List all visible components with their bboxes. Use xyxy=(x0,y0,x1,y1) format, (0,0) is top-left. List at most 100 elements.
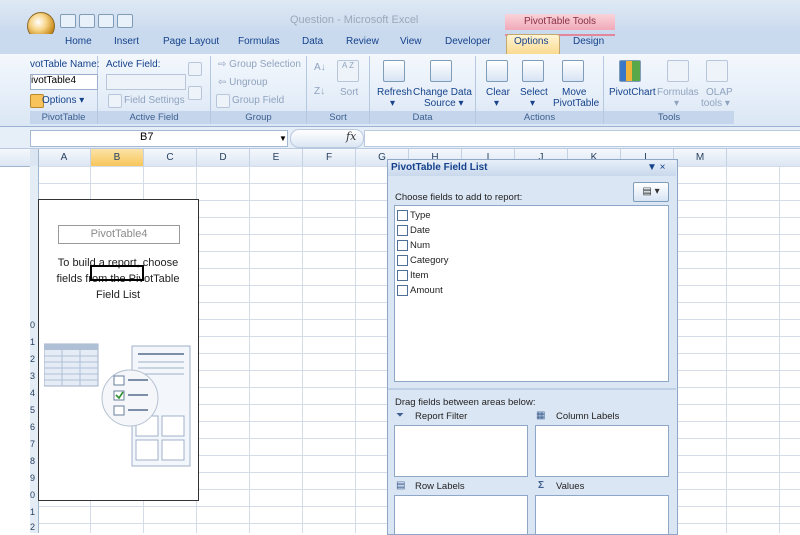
tab-options[interactable]: Options xyxy=(514,36,548,47)
values-area[interactable] xyxy=(535,495,669,534)
column-header-a[interactable]: A xyxy=(38,149,91,166)
field-checkbox[interactable] xyxy=(397,255,408,266)
refresh-button[interactable]: Refresh xyxy=(377,87,412,98)
row-number[interactable]: 5 xyxy=(30,405,35,415)
formulas-dropdown-icon[interactable]: ▾ xyxy=(674,98,679,109)
tab-review[interactable]: Review xyxy=(346,36,379,47)
name-box[interactable] xyxy=(30,130,288,147)
column-labels-area[interactable] xyxy=(535,425,669,477)
save-icon[interactable] xyxy=(60,14,76,28)
active-field-input[interactable] xyxy=(106,74,186,90)
field-list-layout-button[interactable]: ▤ ▾ xyxy=(633,182,669,202)
column-header-b[interactable]: B xyxy=(91,149,144,166)
row-number[interactable]: 2 xyxy=(30,522,35,532)
formula-input[interactable] xyxy=(364,130,800,147)
field-item-item[interactable]: Item xyxy=(397,270,428,281)
values-label: Values xyxy=(556,481,585,492)
quick-access-toolbar xyxy=(60,14,190,28)
row-number[interactable]: 0 xyxy=(30,490,35,500)
clear-dropdown-icon[interactable]: ▾ xyxy=(494,98,499,109)
tab-view[interactable]: View xyxy=(400,36,422,47)
pivottable-name-value: ivotTable4 xyxy=(31,75,77,86)
row-number[interactable]: 1 xyxy=(30,337,35,347)
column-header-m[interactable]: M xyxy=(674,149,727,166)
column-labels-label: Column Labels xyxy=(556,411,620,422)
column-header-d[interactable]: D xyxy=(197,149,250,166)
row-number[interactable]: 6 xyxy=(30,422,35,432)
sort-dialog-icon[interactable]: A Z xyxy=(337,60,359,82)
field-item-num[interactable]: Num xyxy=(397,240,430,251)
tab-insert[interactable]: Insert xyxy=(114,36,139,47)
column-header-c[interactable]: C xyxy=(144,149,197,166)
row-number[interactable]: 8 xyxy=(30,456,35,466)
insert-function-icon[interactable]: fx xyxy=(346,130,356,143)
window-title: Question - Microsoft Excel xyxy=(290,14,419,26)
row-labels-area[interactable] xyxy=(394,495,528,534)
group-label: PivotTable xyxy=(30,111,97,124)
active-cell-b7[interactable] xyxy=(90,265,144,281)
tab-formulas[interactable]: Formulas xyxy=(238,36,280,47)
select-button[interactable]: Select xyxy=(520,87,548,98)
expand-field-icon[interactable] xyxy=(188,62,202,76)
olap-tools-button-line2[interactable]: tools ▾ xyxy=(701,98,730,109)
pivottable-tools-tab-group: PivotTable Tools xyxy=(505,14,615,30)
report-filter-area[interactable] xyxy=(394,425,528,477)
name-box-value: B7 xyxy=(140,131,154,143)
field-item-amount[interactable]: Amount xyxy=(397,285,443,296)
pivottable-name-label: votTable Name: xyxy=(30,59,100,70)
move-pivottable-button[interactable]: Move xyxy=(562,87,586,98)
row-number[interactable]: 1 xyxy=(30,507,35,517)
group-label: Data xyxy=(370,111,475,124)
row-number[interactable]: 3 xyxy=(30,371,35,381)
group-selection-button[interactable]: ⇨ Group Selection xyxy=(218,59,301,70)
change-data-source-button-line2[interactable]: Source ▾ xyxy=(424,98,464,109)
pivotchart-icon xyxy=(619,60,641,82)
column-header-f[interactable]: F xyxy=(303,149,356,166)
tab-data[interactable]: Data xyxy=(302,36,323,47)
field-item-category[interactable]: Category xyxy=(397,255,449,266)
pane-close-controls[interactable]: ▼ × xyxy=(647,162,666,173)
select-dropdown-icon[interactable]: ▾ xyxy=(530,98,535,109)
field-checkbox[interactable] xyxy=(397,270,408,281)
refresh-dropdown-icon[interactable]: ▾ xyxy=(390,98,395,109)
options-button[interactable]: Options ▾ xyxy=(42,95,84,106)
ungroup-button[interactable]: ⇦ Ungroup xyxy=(218,77,268,88)
sort-button[interactable]: Sort xyxy=(340,87,358,98)
qat-customize-icon[interactable] xyxy=(117,14,133,28)
tab-developer[interactable]: Developer xyxy=(445,36,491,47)
change-data-source-button[interactable]: Change Data xyxy=(413,87,472,98)
sort-za-button[interactable]: Z↓ xyxy=(314,86,325,97)
row-number[interactable]: 2 xyxy=(30,354,35,364)
redo-icon[interactable] xyxy=(98,14,114,28)
group-field-button[interactable]: Group Field xyxy=(232,95,284,106)
field-settings-button[interactable]: Field Settings xyxy=(124,95,185,106)
formulas-button[interactable]: Formulas xyxy=(657,87,699,98)
tab-design[interactable]: Design xyxy=(573,36,604,47)
pivottable-name-input[interactable]: ivotTable4 xyxy=(30,74,98,90)
sort-az-button[interactable]: A↓ xyxy=(314,62,326,73)
drag-fields-label: Drag fields between areas below: xyxy=(395,397,536,408)
olap-tools-button[interactable]: OLAP xyxy=(706,87,733,98)
tab-page-layout[interactable]: Page Layout xyxy=(163,36,219,47)
pivotchart-button[interactable]: PivotChart xyxy=(609,87,656,98)
field-checkbox[interactable] xyxy=(397,285,408,296)
field-item-date[interactable]: Date xyxy=(397,225,430,236)
field-checkbox[interactable] xyxy=(397,210,408,221)
pane-splitter[interactable] xyxy=(388,388,676,390)
row-number[interactable]: 0 xyxy=(30,320,35,330)
tab-home[interactable]: Home xyxy=(65,36,92,47)
collapse-field-icon[interactable] xyxy=(188,86,202,100)
field-checkbox[interactable] xyxy=(397,240,408,251)
field-item-type[interactable]: Type xyxy=(397,210,431,221)
undo-icon[interactable] xyxy=(79,14,95,28)
row-number[interactable]: 7 xyxy=(30,439,35,449)
row-number[interactable]: 9 xyxy=(30,473,35,483)
name-box-dropdown-icon[interactable]: ▼ xyxy=(279,134,287,143)
active-field-label: Active Field: xyxy=(106,59,161,70)
row-number[interactable]: 4 xyxy=(30,388,35,398)
refresh-icon xyxy=(383,60,405,82)
move-pivottable-button-line2[interactable]: PivotTable xyxy=(553,98,599,109)
clear-button[interactable]: Clear xyxy=(486,87,510,98)
field-checkbox[interactable] xyxy=(397,225,408,236)
column-header-e[interactable]: E xyxy=(250,149,303,166)
